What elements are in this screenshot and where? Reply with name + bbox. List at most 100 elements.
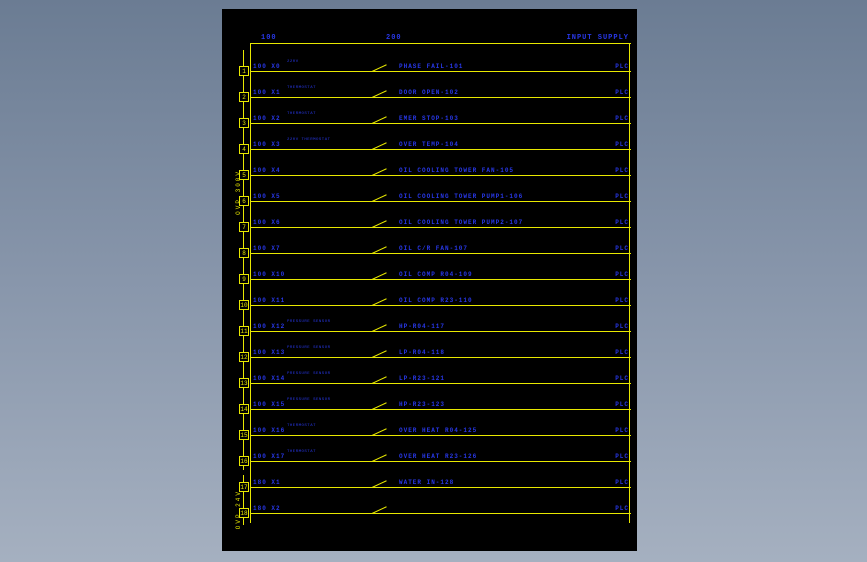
rung-wire bbox=[251, 97, 631, 98]
contact-symbol bbox=[369, 271, 391, 283]
rung-address: 180 X1 bbox=[253, 479, 281, 486]
rung-description: OVER HEAT R04-125 bbox=[399, 427, 477, 434]
rung-wire bbox=[251, 487, 631, 488]
rung-number: 15 bbox=[239, 430, 249, 440]
rung-description: OIL C/R FAN-107 bbox=[399, 245, 468, 252]
rung-description: OIL COOLING TOWER FAN-105 bbox=[399, 167, 514, 174]
contact-diagonal bbox=[372, 246, 387, 254]
rung-description: HP-R04-117 bbox=[399, 323, 445, 330]
rung-address: 100 X2 bbox=[253, 115, 281, 122]
contact-diagonal bbox=[372, 272, 387, 280]
rung-destination: PLC bbox=[615, 375, 629, 382]
rung-description: OIL COOLING TOWER PUMP2-107 bbox=[399, 219, 523, 226]
rung-wire bbox=[251, 279, 631, 280]
contact-symbol bbox=[369, 193, 391, 205]
ladder-rung: 11100 X12PRESSURE SENSORHP-R04-117PLC bbox=[251, 310, 631, 336]
rung-number: 9 bbox=[239, 274, 249, 284]
rung-destination: PLC bbox=[615, 115, 629, 122]
rung-destination: PLC bbox=[615, 167, 629, 174]
rung-wire bbox=[251, 513, 631, 514]
rung-destination: PLC bbox=[615, 141, 629, 148]
rung-number: 13 bbox=[239, 378, 249, 388]
rung-wire bbox=[251, 435, 631, 436]
rung-sublabel: THERMOSTAT bbox=[287, 112, 316, 116]
rung-sublabel: PRESSURE SENSOR bbox=[287, 346, 331, 350]
ladder-rung: 14100 X15PRESSURE SENSORHP-R23-123PLC bbox=[251, 388, 631, 414]
rung-wire bbox=[251, 357, 631, 358]
rung-destination: PLC bbox=[615, 297, 629, 304]
rung-number: 8 bbox=[239, 248, 249, 258]
rung-destination: PLC bbox=[615, 453, 629, 460]
ladder-rung: 3100 X2THERMOSTATEMER STOP-103PLC bbox=[251, 102, 631, 128]
rung-destination: PLC bbox=[615, 479, 629, 486]
contact-diagonal bbox=[372, 350, 387, 358]
rung-sublabel: THERMOSTAT bbox=[287, 424, 316, 428]
contact-symbol bbox=[369, 297, 391, 309]
rung-number: 4 bbox=[239, 144, 249, 154]
rung-wire bbox=[251, 149, 631, 150]
rung-wire bbox=[251, 123, 631, 124]
contact-diagonal bbox=[372, 116, 387, 124]
rung-sublabel: PRESSURE SENSOR bbox=[287, 320, 331, 324]
rung-wire bbox=[251, 409, 631, 410]
ladder-rung: 8100 X7OIL C/R FAN-107PLC bbox=[251, 232, 631, 258]
rung-address: 100 X17 bbox=[253, 453, 285, 460]
rung-destination: PLC bbox=[615, 245, 629, 252]
ladder-rung: 4100 X3220V THERMOSTATOVER TEMP-104PLC bbox=[251, 128, 631, 154]
contact-diagonal bbox=[372, 428, 387, 436]
rung-address: 100 X12 bbox=[253, 323, 285, 330]
rung-address: 180 X2 bbox=[253, 505, 281, 512]
rung-number: 16 bbox=[239, 456, 249, 466]
contact-symbol bbox=[369, 323, 391, 335]
rung-description: OIL COMP R04-109 bbox=[399, 271, 473, 278]
rung-address: 100 X13 bbox=[253, 349, 285, 356]
header-wire bbox=[251, 43, 631, 44]
rung-number: 17 bbox=[239, 482, 249, 492]
rung-description: OIL COOLING TOWER PUMP1-106 bbox=[399, 193, 523, 200]
rung-description: EMER STOP-103 bbox=[399, 115, 459, 122]
contact-symbol bbox=[369, 89, 391, 101]
header-col1: 100 bbox=[261, 34, 277, 42]
rung-description: LP-R23-121 bbox=[399, 375, 445, 382]
contact-symbol bbox=[369, 349, 391, 361]
rung-destination: PLC bbox=[615, 427, 629, 434]
rung-wire bbox=[251, 461, 631, 462]
rung-destination: PLC bbox=[615, 323, 629, 330]
ladder-rung: 13100 X14PRESSURE SENSORLP-R23-121PLC bbox=[251, 362, 631, 388]
ladder-rung: 17180 X1WATER IN-128PLC bbox=[251, 466, 631, 492]
contact-diagonal bbox=[372, 506, 387, 514]
rung-container: 100 200 INPUT SUPPLY 1100 X0220VPHASE FA… bbox=[251, 30, 631, 518]
contact-diagonal bbox=[372, 168, 387, 176]
rung-sublabel: 220V THERMOSTAT bbox=[287, 138, 331, 142]
contact-diagonal bbox=[372, 142, 387, 150]
rung-description: OIL COMP R23-110 bbox=[399, 297, 473, 304]
rung-description: OVER TEMP-104 bbox=[399, 141, 459, 148]
contact-diagonal bbox=[372, 64, 387, 72]
rung-destination: PLC bbox=[615, 219, 629, 226]
header-col2: 200 bbox=[386, 34, 402, 42]
rung-sublabel: THERMOSTAT bbox=[287, 450, 316, 454]
rung-destination: PLC bbox=[615, 271, 629, 278]
rung-address: 100 X15 bbox=[253, 401, 285, 408]
rung-wire bbox=[251, 305, 631, 306]
rung-address: 100 X6 bbox=[253, 219, 281, 226]
contact-diagonal bbox=[372, 402, 387, 410]
header-right: INPUT SUPPLY bbox=[567, 34, 629, 42]
contact-symbol bbox=[369, 427, 391, 439]
rung-description: LP-R04-118 bbox=[399, 349, 445, 356]
rung-wire bbox=[251, 201, 631, 202]
contact-symbol bbox=[369, 141, 391, 153]
rung-number: 2 bbox=[239, 92, 249, 102]
rung-wire bbox=[251, 227, 631, 228]
ladder-rung: 12100 X13PRESSURE SENSORLP-R04-118PLC bbox=[251, 336, 631, 362]
contact-symbol bbox=[369, 167, 391, 179]
contact-symbol bbox=[369, 479, 391, 491]
rung-wire bbox=[251, 71, 631, 72]
rung-number: 3 bbox=[239, 118, 249, 128]
contact-diagonal bbox=[372, 298, 387, 306]
rung-address: 100 X16 bbox=[253, 427, 285, 434]
contact-symbol bbox=[369, 63, 391, 75]
rung-address: 100 X5 bbox=[253, 193, 281, 200]
rung-number: 12 bbox=[239, 352, 249, 362]
rung-wire bbox=[251, 383, 631, 384]
